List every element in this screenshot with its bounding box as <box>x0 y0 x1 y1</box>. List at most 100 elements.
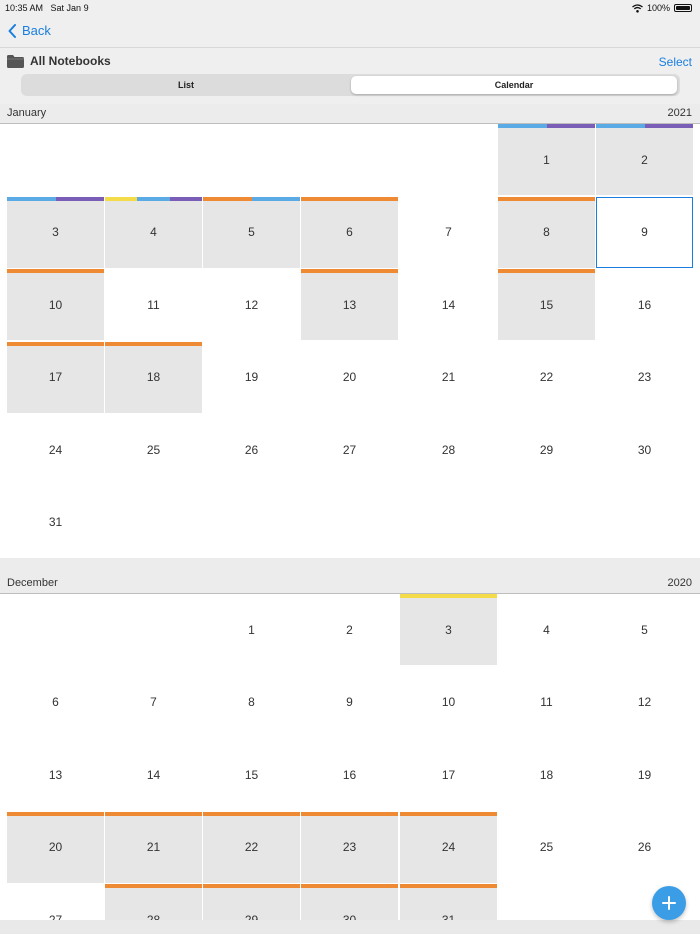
segment-calendar[interactable]: Calendar <box>351 76 677 94</box>
tag-orange <box>301 884 398 888</box>
day-number: 3 <box>52 225 59 239</box>
calendar-day[interactable]: 29 <box>498 414 595 485</box>
calendar-day[interactable]: 7 <box>105 667 202 738</box>
calendar-day[interactable]: 31 <box>400 884 497 920</box>
tag-orange <box>400 884 497 888</box>
calendar-day[interactable]: 23 <box>596 342 693 413</box>
calendar-day[interactable]: 19 <box>203 342 300 413</box>
status-time: 10:35 AM Sat Jan 9 <box>5 3 89 13</box>
calendar-day[interactable]: 24 <box>400 811 497 883</box>
day-number: 22 <box>244 840 259 854</box>
month-separator <box>0 558 700 574</box>
calendar-day[interactable]: 19 <box>596 739 693 810</box>
calendar-day[interactable]: 10 <box>400 667 497 738</box>
day-number: 7 <box>150 695 157 709</box>
calendar-day[interactable]: 16 <box>596 269 693 340</box>
day-number: 15 <box>244 767 259 782</box>
notebook-color-tags <box>400 811 497 816</box>
calendar-day[interactable]: 1 <box>203 594 300 665</box>
notebook-color-tags <box>7 811 104 816</box>
calendar-day[interactable]: 22 <box>498 342 595 413</box>
calendar-day[interactable]: 28 <box>400 414 497 485</box>
tag-orange <box>203 196 252 201</box>
calendar-day[interactable]: 8 <box>498 196 595 268</box>
calendar-day[interactable]: 10 <box>7 269 104 340</box>
day-number: 2 <box>641 152 648 167</box>
calendar-day[interactable]: 7 <box>400 197 497 268</box>
notebook-color-tags <box>498 196 595 201</box>
tag-orange <box>7 811 104 816</box>
calendar-day[interactable]: 13 <box>7 739 104 810</box>
calendar-day[interactable]: 23 <box>301 811 398 883</box>
tag-orange <box>301 196 398 201</box>
calendar-day[interactable]: 11 <box>498 667 595 738</box>
notebook-color-tags <box>400 884 497 888</box>
calendar-day[interactable]: 22 <box>203 811 300 883</box>
calendar-day[interactable]: 4 <box>498 594 595 665</box>
calendar-day[interactable]: 16 <box>301 739 398 810</box>
calendar-day[interactable]: 26 <box>203 414 300 485</box>
tag-orange <box>105 884 202 888</box>
day-number: 4 <box>543 622 550 637</box>
calendar-day[interactable]: 25 <box>498 812 595 883</box>
calendar-day[interactable]: 14 <box>400 269 497 340</box>
calendar-day[interactable]: 9 <box>301 667 398 738</box>
calendar-day[interactable]: 4 <box>105 196 202 268</box>
calendar-day[interactable]: 20 <box>301 342 398 413</box>
calendar-day[interactable]: 5 <box>203 196 300 268</box>
calendar-day[interactable]: 6 <box>7 667 104 738</box>
calendar-day[interactable]: 24 <box>7 414 104 485</box>
calendar-day[interactable]: 20 <box>7 811 104 883</box>
calendar-day[interactable]: 6 <box>301 196 398 268</box>
notebook-color-tags <box>400 594 497 598</box>
calendar-day[interactable]: 28 <box>105 884 202 920</box>
calendar-day[interactable]: 21 <box>400 342 497 413</box>
notebook-color-tags <box>7 196 104 201</box>
segment-list[interactable]: List <box>23 76 349 94</box>
calendar-day[interactable]: 30 <box>301 884 398 920</box>
calendar-day[interactable]: 17 <box>400 739 497 810</box>
status-right: 100% <box>632 3 692 13</box>
calendar-day[interactable]: 31 <box>7 487 104 558</box>
back-button[interactable]: Back <box>8 23 51 38</box>
calendar-day[interactable]: 11 <box>105 269 202 340</box>
calendar-day[interactable]: 14 <box>105 739 202 810</box>
calendar-day[interactable]: 27 <box>301 414 398 485</box>
status-time-text: 10:35 AM <box>5 3 44 13</box>
calendar-day[interactable]: 25 <box>105 414 202 485</box>
calendar-day[interactable]: 27 <box>7 884 104 921</box>
tag-orange <box>7 341 104 346</box>
select-button[interactable]: Select <box>659 55 692 69</box>
calendar-day[interactable]: 13 <box>301 269 398 340</box>
calendar-day[interactable]: 3 <box>7 196 104 268</box>
calendar-day[interactable]: 2 <box>301 594 398 665</box>
calendar-day[interactable]: 15 <box>498 269 595 340</box>
calendar-day[interactable]: 15 <box>203 739 300 810</box>
day-number: 17 <box>441 767 456 782</box>
calendar-day[interactable]: 3 <box>400 594 497 665</box>
calendar-day[interactable]: 18 <box>498 739 595 810</box>
tag-blue <box>251 196 300 201</box>
add-note-button[interactable] <box>652 886 686 920</box>
day-number: 5 <box>248 225 255 239</box>
calendar-day[interactable]: 8 <box>203 667 300 738</box>
day-number: 28 <box>441 442 456 457</box>
calendar-day[interactable]: 1 <box>498 124 595 195</box>
calendar-day[interactable]: 2 <box>596 124 693 195</box>
tag-orange <box>498 269 595 273</box>
day-number: 18 <box>146 370 161 384</box>
calendar-day[interactable]: 30 <box>596 414 693 485</box>
calendar-day[interactable]: 29 <box>203 884 300 920</box>
day-number: 17 <box>48 370 63 384</box>
notebook-header: All Notebooks <box>7 54 111 68</box>
calendar-day[interactable]: 12 <box>596 667 693 738</box>
calendar-day[interactable]: 21 <box>105 811 202 883</box>
calendar-day[interactable]: 26 <box>596 812 693 883</box>
day-number: 6 <box>52 695 59 709</box>
calendar-day[interactable]: 18 <box>105 341 202 413</box>
calendar-day[interactable]: 17 <box>7 341 104 413</box>
notebook-color-tags <box>105 196 202 201</box>
calendar-day-today[interactable]: 9 <box>596 196 693 268</box>
calendar-day[interactable]: 5 <box>596 594 693 665</box>
calendar-day[interactable]: 12 <box>203 269 300 340</box>
